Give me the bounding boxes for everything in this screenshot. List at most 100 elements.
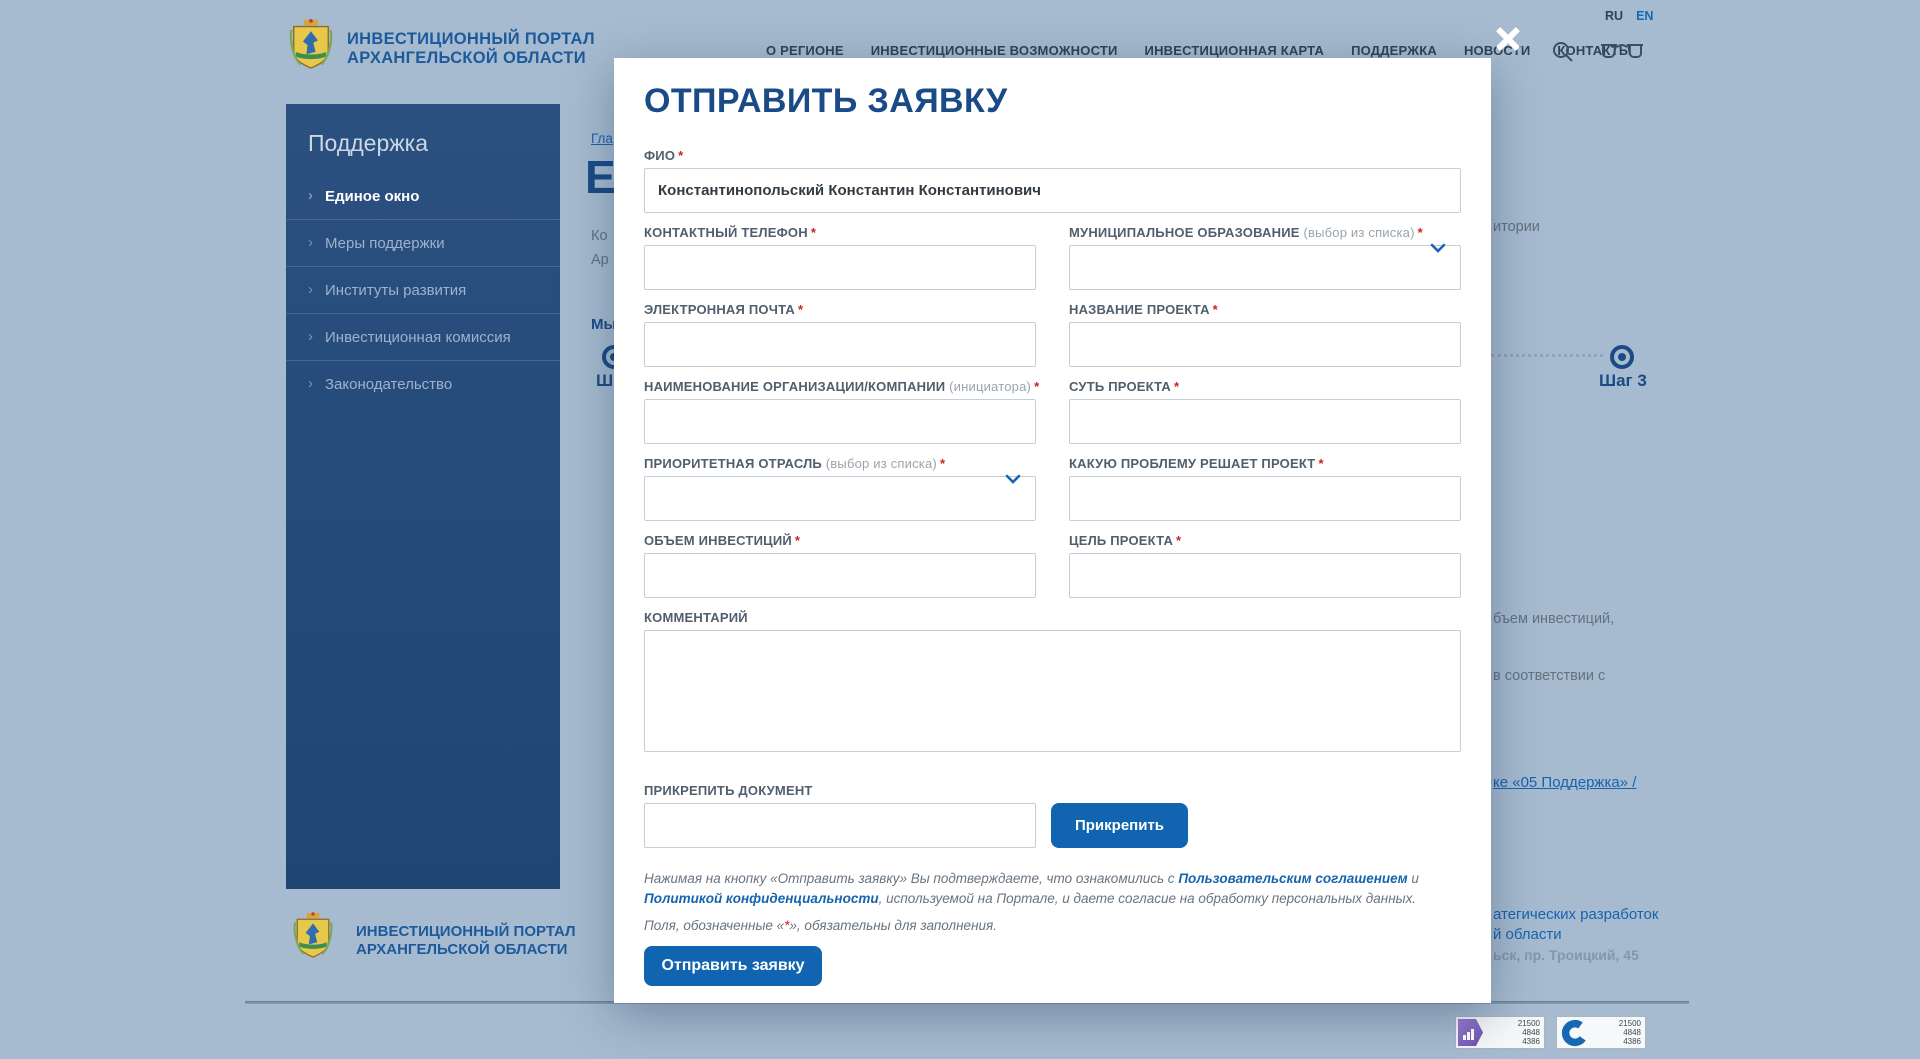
text-fragment: итории <box>1493 219 1540 235</box>
user-agreement-link[interactable]: Пользовательским соглашением <box>1178 871 1407 886</box>
liveinternet-bars-icon <box>1458 1019 1483 1046</box>
submit-application-button[interactable]: Отправить заявку <box>644 946 822 986</box>
chevron-right-icon: › <box>308 187 313 204</box>
problem-input[interactable] <box>1069 476 1461 521</box>
sidebar-item-support-measures[interactable]: › Меры поддержки <box>286 219 560 266</box>
support-sidebar: Поддержка › Единое окно › Меры поддержки… <box>286 104 560 889</box>
field-fio: ФИО* <box>644 148 1461 213</box>
essence-input[interactable] <box>1069 399 1461 444</box>
accessibility-glasses-icon[interactable] <box>1600 42 1644 62</box>
required-mark: * <box>798 302 803 317</box>
required-mark: * <box>1318 456 1323 471</box>
required-mark: * <box>1034 379 1039 394</box>
fio-input[interactable] <box>644 168 1461 213</box>
text-fragment: Ко <box>591 228 608 244</box>
nav-map[interactable]: ИНВЕСТИЦИОННАЯ КАРТА <box>1145 43 1325 58</box>
counter-numbers: 2150048484386 <box>1619 1019 1645 1046</box>
step3-label: Шаг 3 <box>1599 371 1647 391</box>
footer-title-line1: ИНВЕСТИЦИОННЫЙ ПОРТАЛ <box>356 923 576 941</box>
nav-opportunities[interactable]: ИНВЕСТИЦИОННЫЕ ВОЗМОЖНОСТИ <box>871 43 1118 58</box>
phone-input[interactable] <box>644 245 1036 290</box>
footer-developer-fragment[interactable]: й области <box>1493 926 1562 943</box>
field-attach-document: ПРИКРЕПИТЬ ДОКУМЕНТ <box>644 783 1036 848</box>
municipality-select[interactable] <box>1069 245 1461 290</box>
site-title[interactable]: ИНВЕСТИЦИОННЫЙ ПОРТАЛ АРХАНГЕЛЬСКОЙ ОБЛА… <box>347 30 595 68</box>
comment-textarea[interactable] <box>644 630 1461 752</box>
nav-support[interactable]: ПОДДЕРЖКА <box>1351 43 1437 58</box>
site-title-line2: АРХАНГЕЛЬСКОЙ ОБЛАСТИ <box>347 49 595 68</box>
field-label: КОММЕНТАРИЙ <box>644 610 748 625</box>
project-name-input[interactable] <box>1069 322 1461 367</box>
agreement-part2: и <box>1408 871 1419 886</box>
sidebar-item-label: Законодательство <box>325 376 452 393</box>
attach-row: ПРИКРЕПИТЬ ДОКУМЕНТ Прикрепить <box>644 783 1461 848</box>
required-mark: * <box>795 533 800 548</box>
breadcrumb-fragment[interactable]: Гла <box>591 131 613 146</box>
page: ИНВЕСТИЦИОННЫЙ ПОРТАЛ АРХАНГЕЛЬСКОЙ ОБЛА… <box>0 0 1920 1059</box>
attach-button[interactable]: Прикрепить <box>1051 803 1188 848</box>
field-phone: КОНТАКТНЫЙ ТЕЛЕФОН* <box>644 225 1036 290</box>
step1-label-fragment: Ш <box>596 371 613 391</box>
sidebar-item-legislation[interactable]: › Законодательство <box>286 360 560 407</box>
field-municipality: МУНИЦИПАЛЬНОЕ ОБРАЗОВАНИЕ (выбор из спис… <box>1069 225 1461 290</box>
field-label: ЦЕЛЬ ПРОЕКТА <box>1069 533 1173 548</box>
nav-region[interactable]: О РЕГИОНЕ <box>766 43 844 58</box>
agreement-text: Нажимая на кнопку «Отправить заявку» Вы … <box>644 869 1461 909</box>
attach-document-input[interactable] <box>644 803 1036 848</box>
field-label: КАКУЮ ПРОБЛЕМУ РЕШАЕТ ПРОЕКТ <box>1069 456 1315 471</box>
field-problem: КАКУЮ ПРОБЛЕМУ РЕШАЕТ ПРОЕКТ* <box>1069 456 1461 521</box>
site-logo-coat-of-arms[interactable] <box>288 18 334 72</box>
chevron-right-icon: › <box>308 281 313 298</box>
sidebar-item-institutes[interactable]: › Институты развития <box>286 266 560 313</box>
modal-title: ОТПРАВИТЬ ЗАЯВКУ <box>644 82 1461 121</box>
lang-ru[interactable]: RU <box>1605 9 1623 23</box>
page-title-fragment: Е <box>585 150 616 204</box>
sidebar-item-label: Инвестиционная комиссия <box>325 329 511 346</box>
support05-link-fragment[interactable]: ке «05 Поддержка» / <box>1493 774 1636 791</box>
field-label: ОБЪЕМ ИНВЕСТИЦИЙ <box>644 533 792 548</box>
field-hint: (выбор из списка) <box>826 456 937 471</box>
field-volume: ОБЪЕМ ИНВЕСТИЦИЙ* <box>644 533 1036 598</box>
language-switcher: RU EN <box>1605 9 1653 23</box>
required-mark: * <box>1174 379 1179 394</box>
sidebar-item-single-window[interactable]: › Единое окно <box>286 173 560 219</box>
counter-numbers: 2150048484386 <box>1518 1019 1544 1046</box>
field-essence: СУТЬ ПРОЕКТА* <box>1069 379 1461 444</box>
email-input[interactable] <box>644 322 1036 367</box>
lang-en[interactable]: EN <box>1636 9 1653 23</box>
agreement-part1: Нажимая на кнопку «Отправить заявку» Вы … <box>644 871 1178 886</box>
text-fragment: Мы <box>591 316 616 333</box>
footer-title-line2: АРХАНГЕЛЬСКОЙ ОБЛАСТИ <box>356 941 576 959</box>
chevron-right-icon: › <box>308 375 313 392</box>
field-email: ЭЛЕКТРОННАЯ ПОЧТА* <box>644 302 1036 367</box>
footer-site-title[interactable]: ИНВЕСТИЦИОННЫЙ ПОРТАЛ АРХАНГЕЛЬСКОЙ ОБЛА… <box>356 923 576 959</box>
submit-application-modal: ОТПРАВИТЬ ЗАЯВКУ ФИО* КОНТАКТНЫЙ ТЕЛЕФОН… <box>614 58 1491 1003</box>
sidebar-item-commission[interactable]: › Инвестиционная комиссия <box>286 313 560 360</box>
organization-input[interactable] <box>644 399 1036 444</box>
step3-circle-icon <box>1610 345 1634 369</box>
industry-select[interactable] <box>644 476 1036 521</box>
field-label: НАИМЕНОВАНИЕ ОРГАНИЗАЦИИ/КОМПАНИИ <box>644 379 945 394</box>
volume-input[interactable] <box>644 553 1036 598</box>
required-mark: * <box>940 456 945 471</box>
goal-input[interactable] <box>1069 553 1461 598</box>
site-title-line1: ИНВЕСТИЦИОННЫЙ ПОРТАЛ <box>347 30 595 49</box>
sidebar-title: Поддержка <box>286 104 560 173</box>
footer-logo-coat-of-arms[interactable] <box>292 910 334 962</box>
field-label: СУТЬ ПРОЕКТА <box>1069 379 1171 394</box>
field-industry: ПРИОРИТЕТНАЯ ОТРАСЛЬ (выбор из списка)* <box>644 456 1036 521</box>
field-label: НАЗВАНИЕ ПРОЕКТА <box>1069 302 1210 317</box>
footer-developer-fragment[interactable]: атегических разработок <box>1493 906 1658 923</box>
steps-dotted-line <box>1491 354 1603 357</box>
chevron-right-icon: › <box>308 328 313 345</box>
required-mark: * <box>1213 302 1218 317</box>
text-fragment: в соответствии с <box>1493 668 1605 684</box>
search-icon[interactable] <box>1551 40 1575 64</box>
liveinternet-counter-badge[interactable]: 2150048484386 <box>1455 1016 1545 1049</box>
close-icon[interactable] <box>1492 25 1520 53</box>
field-label: ФИО <box>644 148 675 163</box>
sidebar-item-label: Институты развития <box>325 282 466 299</box>
privacy-policy-link[interactable]: Политикой конфиденциальности <box>644 891 879 906</box>
sputnik-counter-badge[interactable]: 2150048484386 <box>1556 1016 1646 1049</box>
sidebar-item-label: Единое окно <box>325 188 419 205</box>
